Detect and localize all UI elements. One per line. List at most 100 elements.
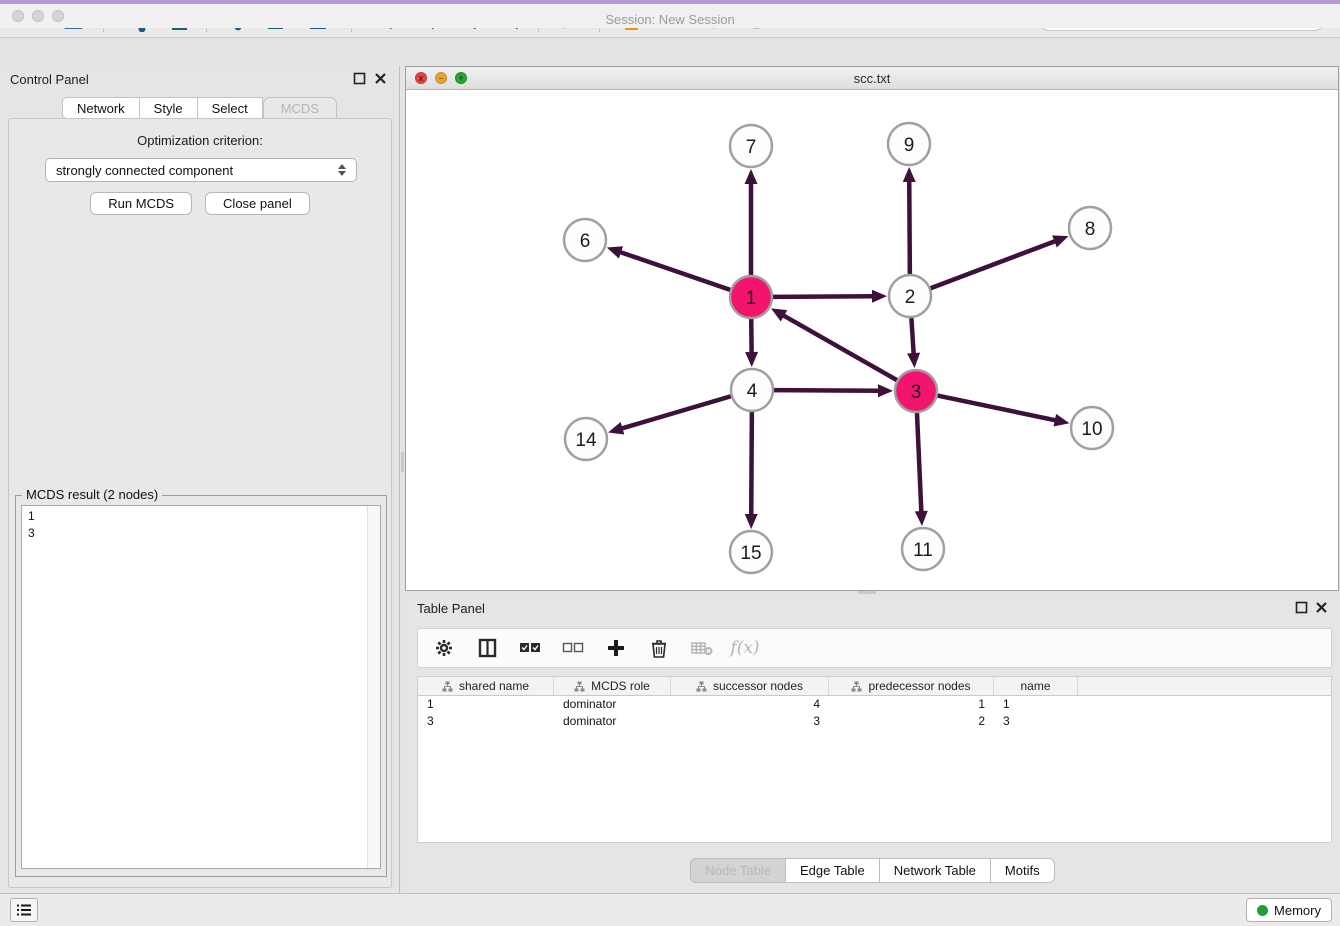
mcds-result-textarea[interactable]: 13 [21, 505, 381, 869]
mcds-tab-content: Optimization criterion: strongly connect… [8, 118, 392, 888]
virtual-column-icon [851, 681, 862, 692]
table-tab-network-table[interactable]: Network Table [880, 858, 991, 883]
vertical-splitter-handle[interactable] [401, 452, 404, 472]
float-panel-icon[interactable] [353, 72, 366, 85]
graph-edge-arrow [878, 384, 893, 397]
graph-node-label: 8 [1085, 219, 1096, 240]
graph-node-label: 7 [746, 137, 757, 158]
run-mcds-button[interactable]: Run MCDS [90, 192, 192, 215]
column-header-filler [1078, 677, 1331, 695]
graph-edge-2-3[interactable] [911, 318, 913, 355]
close-table-panel-icon[interactable] [1315, 601, 1328, 614]
table-cell[interactable]: 4 [671, 696, 829, 713]
float-table-panel-icon[interactable] [1295, 601, 1308, 614]
delete-table-button[interactable] [690, 636, 714, 660]
table-row[interactable]: 1dominator411 [418, 696, 1331, 713]
graph-node-label: 15 [740, 543, 761, 564]
column-visibility-button[interactable] [475, 636, 499, 660]
window-title: Session: New Session [0, 12, 1340, 27]
graph-edge-4-3[interactable] [774, 390, 880, 391]
graph-edge-arrow [608, 422, 624, 434]
mcds-scrollbar[interactable] [367, 506, 380, 868]
status-bar: Memory [0, 893, 1340, 926]
virtual-column-icon [696, 681, 707, 692]
control-tab-select[interactable]: Select [198, 97, 263, 119]
unchecked-boxes-icon [562, 640, 584, 656]
select-all-button[interactable] [518, 636, 542, 660]
control-panel-header: Control Panel [0, 66, 399, 92]
graph-edge-arrow [1052, 235, 1068, 247]
table-panel-tabs: Node TableEdge TableNetwork TableMotifs [405, 858, 1340, 883]
memory-button[interactable]: Memory [1246, 898, 1332, 922]
table-tab-edge-table[interactable]: Edge Table [786, 858, 880, 883]
graph-edge-3-11[interactable] [917, 413, 921, 513]
graph-edge-1-6[interactable] [619, 252, 730, 290]
deselect-all-button[interactable] [561, 636, 585, 660]
columns-icon [478, 638, 497, 658]
graph-edge-arrow [903, 167, 916, 182]
table-cell[interactable]: dominator [554, 696, 671, 713]
control-tab-mcds[interactable]: MCDS [263, 97, 337, 120]
table-panel-title: Table Panel [417, 601, 485, 616]
virtual-column-icon [442, 681, 453, 692]
network-graph-canvas[interactable]: 7968124314101511 [406, 90, 1338, 590]
control-tab-style[interactable]: Style [140, 97, 198, 119]
column-header-shared-name[interactable]: shared name [418, 677, 554, 695]
control-panel-tabs: NetworkStyleSelectMCDS [0, 97, 399, 120]
automation-panel-button[interactable] [10, 898, 38, 922]
column-header-label: predecessor nodes [868, 679, 970, 693]
optimization-criterion-select[interactable]: strongly connected component [45, 158, 357, 182]
add-column-button[interactable] [604, 636, 628, 660]
table-cell[interactable]: 3 [418, 713, 554, 730]
graph-edge-2-9[interactable] [909, 180, 910, 274]
function-builder-button[interactable]: f(x) [733, 636, 757, 660]
graph-edge-4-15[interactable] [751, 412, 752, 516]
table-panel: Table Panel [405, 594, 1340, 893]
table-cell[interactable]: 2 [829, 713, 994, 730]
graph-edge-3-10[interactable] [938, 396, 1057, 421]
column-header-predecessor-nodes[interactable]: predecessor nodes [829, 677, 994, 695]
table-cell[interactable]: 1 [994, 696, 1078, 713]
node-table[interactable]: shared name MCDS role successor nodes prede… [417, 676, 1332, 843]
plus-icon [607, 639, 625, 657]
node-table-body: 1dominator4113dominator323 [418, 696, 1331, 730]
mcds-result-line: 1 [22, 508, 380, 525]
table-cell[interactable]: 3 [671, 713, 829, 730]
delete-column-button[interactable] [647, 636, 671, 660]
select-arrows-icon [338, 164, 346, 176]
column-header-label: successor nodes [713, 679, 803, 693]
graph-edge-arrow [1053, 414, 1069, 427]
table-tab-node-table[interactable]: Node Table [690, 858, 786, 883]
close-panel-icon[interactable] [374, 72, 387, 85]
table-cell[interactable]: 1 [418, 696, 554, 713]
mcds-buttons-row: Run MCDS Close panel [9, 192, 391, 215]
graph-edge-2-8[interactable] [931, 241, 1057, 289]
graph-edge-arrow [915, 511, 928, 526]
table-settings-button[interactable] [432, 636, 456, 660]
column-header-successor-nodes[interactable]: successor nodes [671, 677, 829, 695]
table-tab-motifs[interactable]: Motifs [991, 858, 1055, 883]
column-header-name[interactable]: name [994, 677, 1078, 695]
graph-edge-3-1[interactable] [782, 315, 897, 380]
node-table-header: shared name MCDS role successor nodes prede… [418, 677, 1331, 696]
close-panel-button[interactable]: Close panel [205, 192, 310, 215]
table-cell[interactable]: dominator [554, 713, 671, 730]
graph-edge-arrow [745, 352, 758, 367]
graph-edge-arrow [907, 353, 920, 368]
graph-node-label: 11 [913, 540, 933, 561]
table-row[interactable]: 3dominator323 [418, 713, 1331, 730]
control-tab-network[interactable]: Network [62, 97, 140, 119]
delete-table-icon [691, 640, 713, 656]
titlebar: Session: New Session [0, 4, 1340, 28]
table-cell[interactable]: 3 [994, 713, 1078, 730]
table-cell[interactable]: 1 [829, 696, 994, 713]
network-window-titlebar[interactable]: x – + scc.txt [406, 67, 1338, 90]
graph-node-label: 9 [904, 135, 915, 156]
control-panel-title: Control Panel [10, 72, 89, 87]
graph-edge-1-2[interactable] [773, 296, 874, 297]
column-header-MCDS-role[interactable]: MCDS role [554, 677, 671, 695]
column-header-label: MCDS role [591, 679, 650, 693]
mcds-result-title: MCDS result (2 nodes) [22, 487, 162, 502]
graph-edge-4-14[interactable] [621, 396, 731, 429]
graph-node-label: 6 [580, 231, 591, 252]
